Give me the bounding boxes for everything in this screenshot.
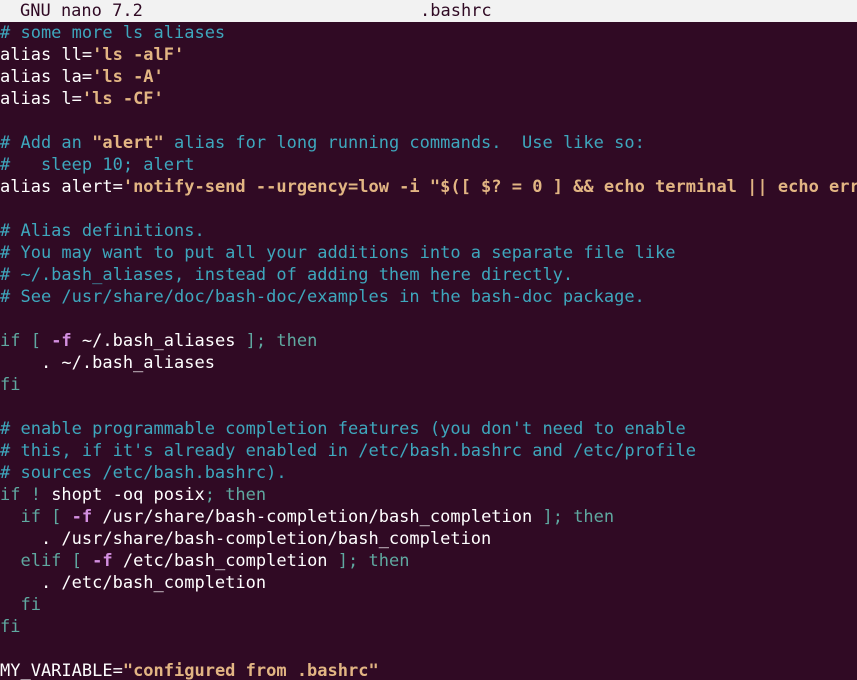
code-line[interactable]: if ! shopt -oq posix; then [0, 484, 857, 506]
code-line[interactable]: MY_VARIABLE="configured from .bashrc" [0, 660, 857, 680]
code-token: . /etc/bash_completion [0, 573, 267, 593]
code-line[interactable]: if [ -f /usr/share/bash-completion/bash_… [0, 506, 857, 528]
code-line[interactable]: . /usr/share/bash-completion/bash_comple… [0, 528, 857, 550]
code-line[interactable]: # See /usr/share/doc/bash-doc/examples i… [0, 286, 857, 308]
app-name: GNU nano 7.2 [20, 1, 143, 21]
editor-text-area[interactable]: # some more ls aliases alias ll='ls -alF'… [0, 22, 857, 680]
code-token: if [ [0, 507, 72, 527]
code-line[interactable]: alias la='ls -A' [0, 66, 857, 88]
code-line[interactable]: fi [0, 374, 857, 396]
code-token: alias l= [0, 89, 82, 109]
code-token: alias ll= [0, 45, 93, 65]
code-token: alias for long running commands. Use lik… [163, 133, 645, 153]
code-token: ~/.bash_aliases [71, 331, 246, 351]
code-line[interactable] [0, 308, 857, 330]
code-token: ]; then [245, 331, 318, 351]
code-line[interactable]: if [ -f ~/.bash_aliases ]; then [0, 330, 857, 352]
code-token: 'ls -A' [92, 67, 164, 87]
code-line[interactable]: # Alias definitions. [0, 220, 857, 242]
code-token: /etc/bash_completion [112, 551, 338, 571]
code-token: fi [0, 595, 41, 615]
code-line[interactable]: alias ll='ls -alF' [0, 44, 857, 66]
code-line[interactable]: fi [0, 594, 857, 616]
code-token: # sleep 10; alert [0, 155, 195, 175]
code-line[interactable]: # Add an "alert" alias for long running … [0, 132, 857, 154]
code-token: ; then [204, 485, 267, 505]
nano-title-bar: GNU nano 7.2 .bashrc [0, 0, 857, 22]
code-token: # sources /etc/bash.bashrc). [0, 463, 287, 483]
code-line[interactable]: . ~/.bash_aliases [0, 352, 857, 374]
code-token: -f [71, 507, 93, 527]
code-token: "alert" [92, 133, 164, 153]
code-token: . /usr/share/bash-completion/bash_comple… [0, 529, 492, 549]
code-token: 'ls -CF' [81, 89, 164, 109]
code-token: # See /usr/share/doc/bash-doc/examples i… [0, 287, 645, 307]
code-token: # some more ls aliases [0, 23, 226, 43]
file-name: .bashrc [420, 1, 492, 21]
code-line[interactable]: # sources /etc/bash.bashrc). [0, 462, 857, 484]
code-line[interactable]: alias alert='notify-send --urgency=low -… [0, 176, 857, 198]
code-token: 'notify-send --urgency=low -i "$([ $? = … [122, 177, 857, 197]
code-token: # enable programmable completion feature… [0, 419, 686, 439]
code-line[interactable]: alias l='ls -CF' [0, 88, 857, 110]
code-line[interactable]: # this, if it's already enabled in /etc/… [0, 440, 857, 462]
code-token: "configured from .bashrc" [122, 661, 379, 680]
code-line[interactable] [0, 396, 857, 418]
code-token: # You may want to put all your additions… [0, 243, 676, 263]
code-token: fi [0, 375, 21, 395]
code-token: if ! [0, 485, 52, 505]
code-line[interactable] [0, 110, 857, 132]
code-line[interactable]: . /etc/bash_completion [0, 572, 857, 594]
code-token: MY_VARIABLE= [0, 661, 123, 680]
code-line[interactable]: # You may want to put all your additions… [0, 242, 857, 264]
code-token: -f [51, 331, 72, 351]
code-token: if [ [0, 331, 52, 351]
code-token: alias alert= [0, 177, 123, 197]
code-token: shopt -oq posix [51, 485, 205, 505]
code-token: . ~/.bash_aliases [0, 353, 215, 373]
code-token: # Alias definitions. [0, 221, 205, 241]
code-token: # Add an [0, 133, 93, 153]
code-token: ]; then [542, 507, 615, 527]
code-line[interactable]: fi [0, 616, 857, 638]
code-line[interactable]: elif [ -f /etc/bash_completion ]; then [0, 550, 857, 572]
code-line[interactable] [0, 198, 857, 220]
code-line[interactable]: # sleep 10; alert [0, 154, 857, 176]
code-token: # this, if it's already enabled in /etc/… [0, 441, 696, 461]
code-token: -f [92, 551, 113, 571]
code-line[interactable]: # some more ls aliases [0, 22, 857, 44]
code-line[interactable] [0, 638, 857, 660]
code-token: alias la= [0, 67, 93, 87]
code-line[interactable]: # ~/.bash_aliases, instead of adding the… [0, 264, 857, 286]
code-token: /usr/share/bash-completion/bash_completi… [92, 507, 543, 527]
code-token: fi [0, 617, 21, 637]
code-line[interactable]: # enable programmable completion feature… [0, 418, 857, 440]
code-token: ]; then [337, 551, 410, 571]
code-token: 'ls -alF' [92, 45, 185, 65]
code-token: # ~/.bash_aliases, instead of adding the… [0, 265, 574, 285]
code-token: elif [ [0, 551, 93, 571]
